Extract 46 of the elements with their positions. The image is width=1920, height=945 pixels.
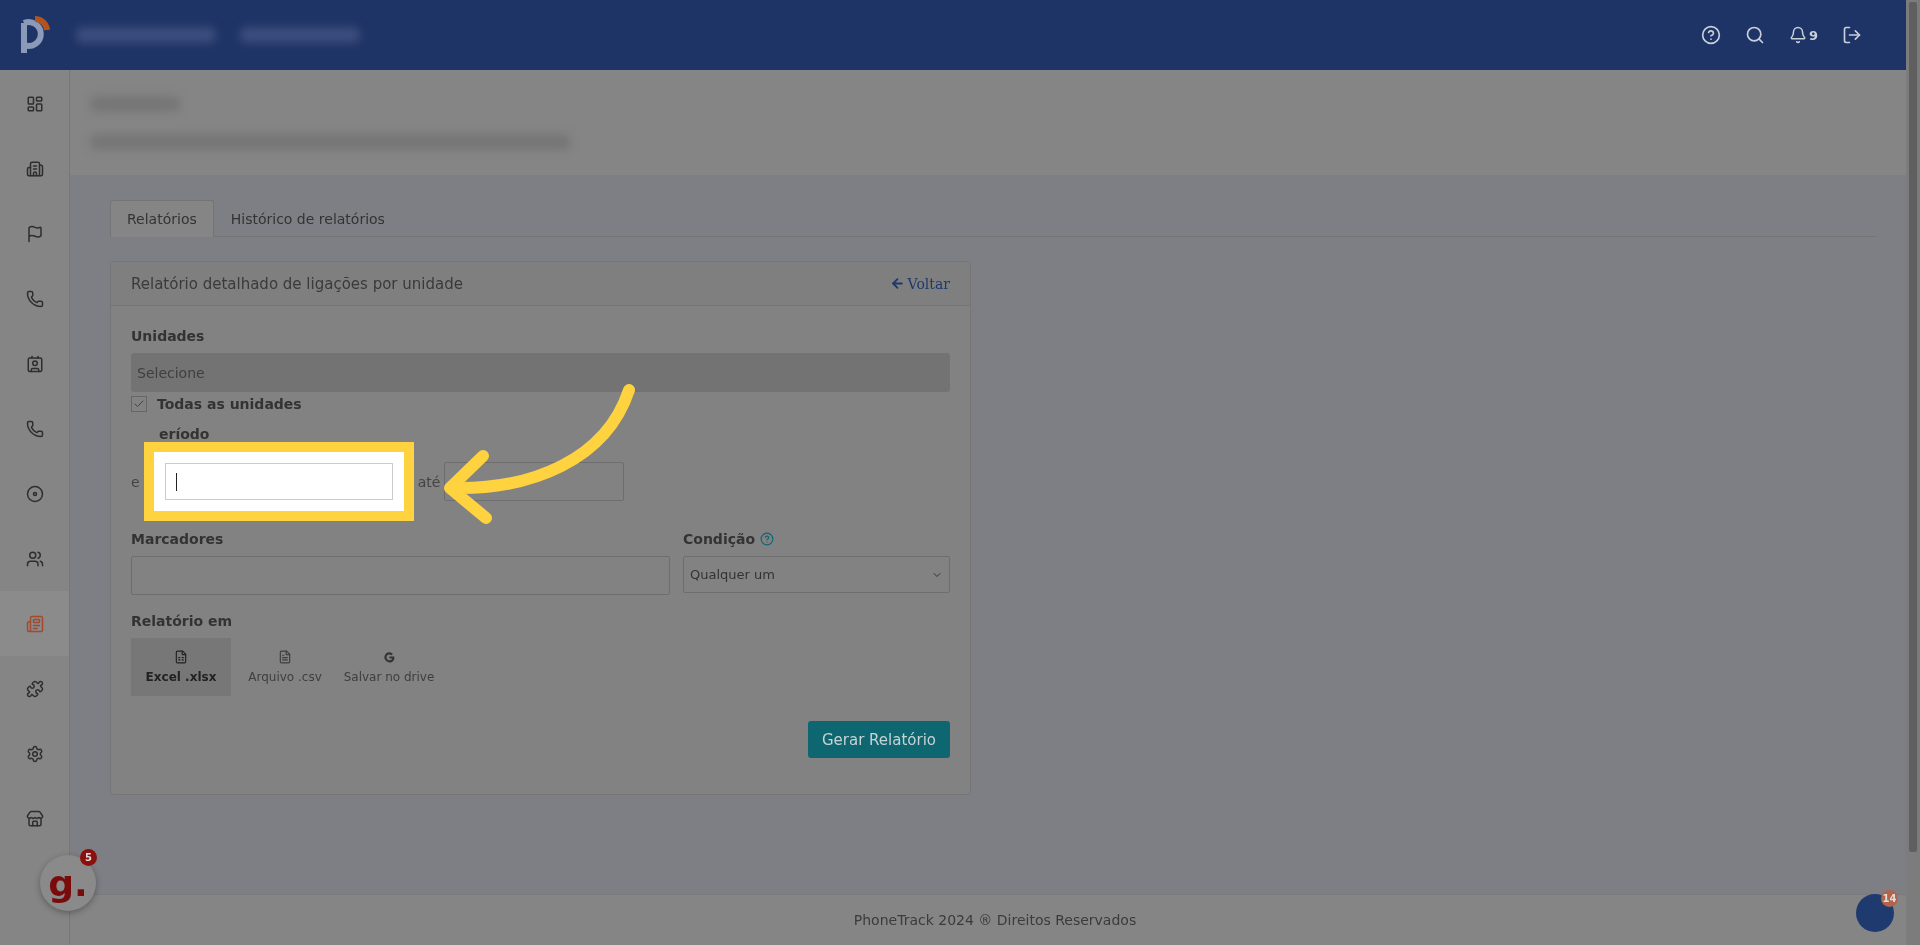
format-option[interactable]: Excel .xlsx (131, 638, 231, 696)
help-badge: 14 (1881, 890, 1898, 907)
store-icon (25, 809, 44, 828)
condition-select[interactable]: Qualquer um (683, 556, 950, 593)
markers-label: Marcadores (131, 531, 225, 547)
logout-icon[interactable] (1842, 25, 1862, 45)
disc-icon (25, 484, 44, 503)
chat-badge: 5 (80, 849, 97, 866)
generate-report-button[interactable]: Gerar Relatório (807, 721, 950, 758)
notification-count: 9 (1808, 27, 1818, 43)
checkbox[interactable] (131, 396, 147, 412)
flag-icon (25, 224, 44, 243)
format-option[interactable]: Arquivo .csv (235, 638, 335, 696)
file-icon (278, 650, 292, 664)
check-icon (133, 398, 145, 410)
search-icon[interactable] (1744, 25, 1765, 45)
people-icon (25, 549, 44, 568)
bell-icon[interactable] (1788, 26, 1807, 44)
logo-icon (18, 15, 52, 55)
tab[interactable]: Histórico de relatórios (213, 200, 402, 237)
puzzle-icon (25, 679, 44, 698)
building-icon (25, 159, 44, 178)
settings-icon (25, 744, 44, 763)
scrollbar[interactable] (1906, 0, 1920, 945)
file-icon (174, 650, 188, 664)
checkbox-label: Todas as unidades (157, 396, 302, 412)
units-label: Unidades (131, 328, 206, 344)
g-icon (382, 650, 396, 664)
back-link[interactable]: Voltar (889, 275, 950, 292)
panel-title: Relatório detalhado de ligações por unidade (131, 274, 463, 293)
scrollbar-thumb[interactable] (1909, 2, 1917, 852)
tab[interactable]: Relatórios (110, 200, 214, 237)
format-option[interactable]: Salvar no drive (339, 638, 439, 696)
dashboard-icon (25, 94, 44, 113)
sidebar-item[interactable] (0, 591, 69, 656)
contact-card-icon (25, 354, 44, 373)
phone-icon (25, 419, 44, 438)
start-date-field[interactable] (164, 463, 393, 500)
to-label: até (417, 473, 441, 490)
text-cursor (175, 472, 177, 491)
format-label: Relatório em (131, 613, 234, 629)
from-label: e (131, 473, 140, 490)
newspaper-icon (25, 614, 44, 633)
condition-label: Condição (683, 531, 756, 547)
phone-icon (25, 289, 44, 308)
period-label: eríodo (159, 426, 211, 442)
